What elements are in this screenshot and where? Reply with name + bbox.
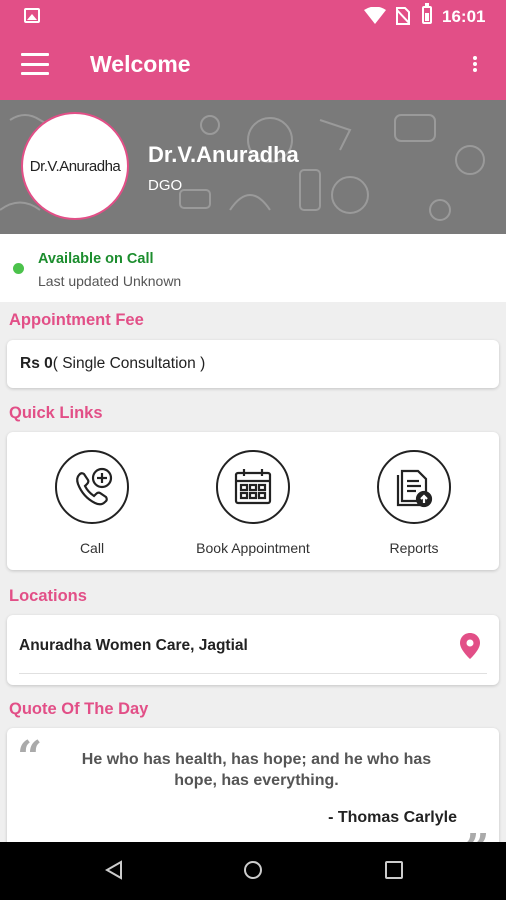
- wifi-icon: [364, 7, 386, 24]
- fee-note: ( Single Consultation ): [52, 355, 206, 372]
- back-icon[interactable]: [104, 860, 124, 880]
- quick-links-card: Call Book Appointment Reports: [7, 432, 499, 570]
- avatar-text: Dr.V.Anuradha: [29, 157, 121, 175]
- quick-link-label: Book Appointment: [196, 540, 310, 556]
- location-name: Anuradha Women Care, Jagtial: [19, 637, 248, 654]
- quick-links-heading: Quick Links: [9, 404, 103, 422]
- appointment-fee-heading: Appointment Fee: [9, 311, 144, 329]
- fee-amount: Rs 0: [20, 355, 53, 372]
- status-time: 16:01: [442, 7, 486, 26]
- quick-link-label: Reports: [389, 540, 439, 556]
- location-card[interactable]: Anuradha Women Care, Jagtial: [7, 615, 499, 685]
- menu-icon[interactable]: [21, 53, 49, 75]
- home-icon[interactable]: [243, 860, 263, 880]
- battery-icon: [422, 3, 432, 24]
- doctor-designation: DGO: [148, 177, 183, 194]
- quote-card: “ He who has health, has hope; and he wh…: [7, 728, 499, 858]
- appointment-fee-card: Rs 0( Single Consultation ): [7, 340, 499, 388]
- calendar-icon[interactable]: [216, 450, 290, 524]
- quick-link-book-appointment[interactable]: Book Appointment: [178, 450, 328, 556]
- location-pin-icon[interactable]: [460, 633, 480, 659]
- availability-panel: Available on Call Last updated Unknown: [0, 234, 506, 302]
- locations-heading: Locations: [9, 587, 87, 605]
- quick-link-reports[interactable]: Reports: [339, 450, 489, 556]
- app-bar: Welcome: [0, 32, 506, 100]
- availability-dot-icon: [13, 263, 24, 274]
- status-bar: 16:01: [0, 0, 506, 32]
- page-title: Welcome: [90, 51, 191, 77]
- more-options-icon[interactable]: [472, 56, 478, 76]
- divider: [19, 673, 487, 674]
- report-icon[interactable]: [377, 450, 451, 524]
- fee-text: Rs 0( Single Consultation ): [20, 355, 205, 373]
- open-quote-icon: “: [17, 732, 43, 783]
- no-sim-icon: [396, 7, 410, 25]
- call-icon[interactable]: [55, 450, 129, 524]
- quote-author: - Thomas Carlyle: [328, 809, 457, 826]
- doctor-avatar: Dr.V.Anuradha: [21, 112, 129, 220]
- quick-link-call[interactable]: Call: [17, 450, 167, 556]
- doctor-name: Dr.V.Anuradha: [148, 142, 299, 167]
- last-updated-text: Last updated Unknown: [38, 273, 182, 289]
- profile-header: Dr.V.Anuradha Dr.V.Anuradha DGO: [0, 100, 506, 234]
- recents-icon[interactable]: [384, 860, 404, 880]
- availability-status: Available on Call: [38, 251, 154, 267]
- quick-link-label: Call: [79, 540, 105, 556]
- image-notification-icon: [24, 8, 40, 23]
- quote-text: He who has health, has hope; and he who …: [81, 751, 432, 789]
- system-nav-bar: [0, 842, 506, 900]
- quote-heading: Quote Of The Day: [9, 700, 149, 718]
